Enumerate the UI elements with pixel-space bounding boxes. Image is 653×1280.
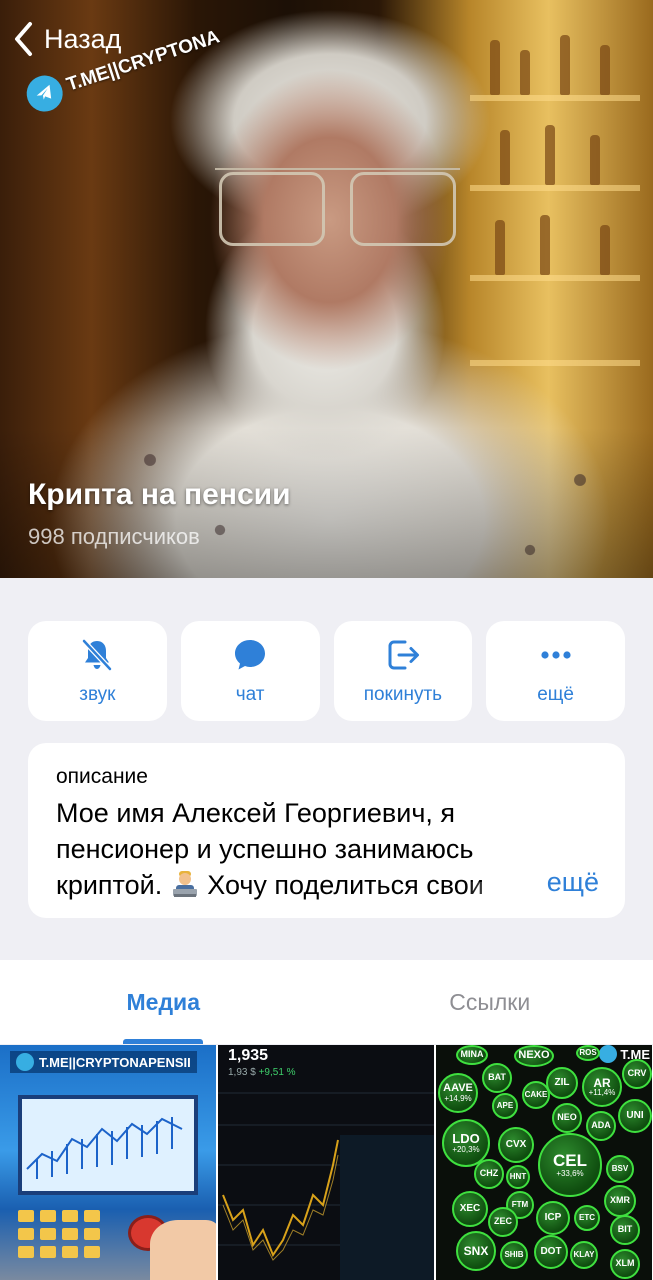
crypto-bubble: UNI xyxy=(618,1099,652,1133)
crypto-bubble: AAVE +14,9% xyxy=(438,1073,478,1113)
crypto-bubble: NEXO xyxy=(514,1045,554,1067)
crypto-bubble: AR +11,4% xyxy=(582,1067,622,1107)
crypto-bubble: DOT xyxy=(534,1235,568,1269)
back-label: Назад xyxy=(44,23,122,54)
media-thumbnail[interactable]: T.ME||CRYPTONAPENSII xyxy=(0,1045,216,1280)
crypto-bubble: CRV xyxy=(622,1059,652,1089)
crypto-bubble: KLAY xyxy=(570,1241,598,1269)
crypto-bubble: NEO xyxy=(552,1103,582,1133)
thumbnail-watermark-text: T.ME||CRYPTONAPENSII xyxy=(39,1054,191,1070)
telegram-icon xyxy=(599,1045,618,1063)
crypto-bubble: MINA xyxy=(456,1045,488,1065)
tab-media[interactable]: Медиа xyxy=(0,960,327,1044)
crypto-bubble: ICP xyxy=(536,1201,570,1235)
crypto-bubble: CAKE xyxy=(522,1081,550,1109)
crypto-bubble: ADA xyxy=(586,1111,616,1141)
media-thumbnail[interactable]: T.ME MINA NEXO ROS AAVE +14,9% BAT ZIL AR… xyxy=(436,1045,652,1280)
crypto-bubble: SNX xyxy=(456,1231,496,1271)
more-button[interactable]: ещё xyxy=(486,621,625,721)
crypto-bubble: CVX xyxy=(498,1127,534,1163)
hand-illustration xyxy=(150,1220,216,1280)
crypto-bubble: BSV xyxy=(606,1155,634,1183)
crypto-bubble: XMR xyxy=(604,1185,636,1217)
technologist-emoji-icon xyxy=(170,868,200,898)
price-chart xyxy=(218,1092,434,1280)
crypto-bubble: APE xyxy=(492,1093,518,1119)
telegram-icon xyxy=(16,1053,34,1071)
back-button[interactable]: Назад xyxy=(12,20,121,58)
channel-actions: звук чат покинуть ещё xyxy=(28,621,625,721)
bell-slash-icon xyxy=(82,639,113,671)
crypto-bubble: ZIL xyxy=(546,1067,578,1099)
description-more-link[interactable]: ещё xyxy=(536,867,599,898)
description-line: Мое имя Алексей Георгиевич, я xyxy=(56,798,456,828)
content-tabs: Медиа Ссылки xyxy=(0,960,653,1044)
crypto-bubble: SHIB xyxy=(500,1241,528,1269)
description-fragment: криптой. xyxy=(56,870,163,900)
channel-title: Крипта на пенсии xyxy=(28,478,291,511)
description-line: пенсионер и успешно занимаюсь xyxy=(56,834,474,864)
chat-button[interactable]: чат xyxy=(180,621,320,721)
crypto-bubble: ROS xyxy=(576,1045,600,1061)
subscriber-count: 998 подписчиков xyxy=(28,524,200,549)
chart-screen xyxy=(18,1095,198,1195)
crypto-bubble: XLM xyxy=(610,1249,640,1279)
media-thumbnail[interactable]: 1,935 1,93 $ +9,51 % xyxy=(218,1045,434,1280)
crypto-bubble: XEC xyxy=(452,1191,488,1227)
crypto-bubble: ZEC xyxy=(488,1207,518,1237)
leave-label: покинуть xyxy=(363,684,443,705)
tab-links[interactable]: Ссылки xyxy=(327,960,653,1044)
crypto-bubble: ETC xyxy=(574,1205,600,1231)
keypad xyxy=(18,1210,108,1270)
more-label: ещё xyxy=(537,684,575,705)
chat-bubble-icon xyxy=(235,640,266,670)
chevron-left-icon xyxy=(15,22,32,56)
crypto-bubble: BIT xyxy=(610,1215,640,1245)
chat-label: чат xyxy=(235,684,265,705)
description-fragment: Хочу поделиться свои xyxy=(207,870,484,900)
crypto-bubble: HNT xyxy=(506,1165,530,1189)
leave-button[interactable]: покинуть xyxy=(333,621,473,721)
leave-icon xyxy=(388,640,419,670)
crypto-bubble: CEL +33,6% xyxy=(538,1133,602,1197)
crypto-bubble: CHZ xyxy=(474,1159,504,1189)
more-dots-icon xyxy=(541,651,571,659)
description-caption: описание xyxy=(56,765,148,788)
mute-label: звук xyxy=(79,684,116,705)
media-grid: T.ME||CRYPTONAPENSII 1,935 1,93 $ +9,51 … xyxy=(0,1045,653,1280)
description-card: описание Мое имя Алексей Георгиевич, я п… xyxy=(28,743,625,918)
thumbnail-watermark: T.ME||CRYPTONAPENSII xyxy=(10,1051,197,1073)
crypto-bubble: BAT xyxy=(482,1063,512,1093)
mute-button[interactable]: звук xyxy=(28,621,167,721)
